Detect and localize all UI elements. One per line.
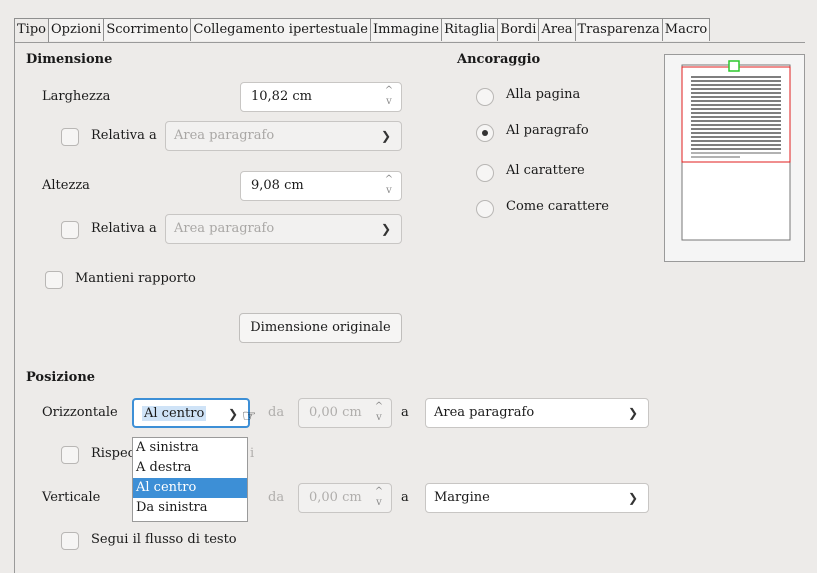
tab-bar: Tipo Opzioni Scorrimento Collegamento ip… <box>14 18 711 43</box>
tab-opzioni[interactable]: Opzioni <box>47 18 105 41</box>
height-spinbox[interactable]: 9,08 cm ^ v <box>240 171 402 201</box>
dropdown-option-right[interactable]: A destra <box>133 458 247 478</box>
vertical-to-label: a <box>401 490 409 505</box>
width-label: Larghezza <box>42 89 111 104</box>
size-heading: Dimensione <box>26 52 113 67</box>
chevron-down-icon: ❯ <box>380 129 391 143</box>
chevron-down-icon: ❯ <box>227 407 238 421</box>
anchor-as-character-radio[interactable] <box>476 200 494 218</box>
relative-height-checkbox[interactable] <box>61 221 79 239</box>
anchor-page-radio[interactable] <box>476 88 494 106</box>
original-size-button[interactable]: Dimensione originale <box>239 313 402 343</box>
spin-arrows-icon[interactable]: ^ v <box>373 486 385 510</box>
anchor-paragraph-label: Al paragrafo <box>506 123 589 138</box>
spin-arrows-icon[interactable]: ^ v <box>373 401 385 425</box>
horizontal-to-value: Area paragrafo <box>434 405 535 420</box>
height-label: Altezza <box>42 178 90 193</box>
keep-ratio-label: Mantieni rapporto <box>75 271 196 286</box>
mirror-label-tail: i <box>250 446 255 461</box>
vertical-by-spinbox[interactable]: 0,00 cm ^ v <box>298 483 392 513</box>
anchor-as-character-label: Come carattere <box>506 199 609 214</box>
anchor-character-radio[interactable] <box>476 164 494 182</box>
spin-arrows-icon[interactable]: ^ v <box>383 85 395 109</box>
horizontal-by-value: 0,00 cm <box>309 405 362 420</box>
horizontal-dropdown-list: A sinistra A destra Al centro Da sinistr… <box>132 437 248 522</box>
width-value: 10,82 cm <box>251 89 312 104</box>
vertical-by-label: da <box>268 490 285 505</box>
keep-ratio-checkbox[interactable] <box>45 271 63 289</box>
tab-area[interactable]: Area <box>538 18 576 41</box>
width-spinbox[interactable]: 10,82 cm ^ v <box>240 82 402 112</box>
relative-height-label: Relativa a <box>91 221 157 236</box>
relative-width-checkbox[interactable] <box>61 128 79 146</box>
horizontal-by-label: da <box>268 405 285 420</box>
relative-height-select[interactable]: Area paragrafo ❯ <box>165 214 402 244</box>
horizontal-select[interactable]: Al centro ❯ <box>132 398 250 428</box>
anchor-preview <box>664 54 805 262</box>
tab-macro[interactable]: Macro <box>661 18 711 41</box>
position-heading: Posizione <box>26 370 96 385</box>
relative-width-value: Area paragrafo <box>174 128 275 143</box>
vertical-by-value: 0,00 cm <box>309 490 362 505</box>
vertical-label: Verticale <box>42 490 101 505</box>
tab-tipo[interactable]: Tipo <box>14 18 49 43</box>
page-preview-icon <box>681 60 791 241</box>
dropdown-option-left[interactable]: A sinistra <box>133 438 247 458</box>
relative-height-value: Area paragrafo <box>174 221 275 236</box>
chevron-down-icon: ❯ <box>380 222 391 236</box>
anchor-heading: Ancoraggio <box>457 52 541 67</box>
tab-scorrimento[interactable]: Scorrimento <box>103 18 192 41</box>
horizontal-label: Orizzontale <box>42 405 118 420</box>
tab-trasparenza[interactable]: Trasparenza <box>574 18 663 41</box>
relative-width-label: Relativa a <box>91 128 157 143</box>
horizontal-value: Al centro <box>142 406 207 421</box>
vertical-to-value: Margine <box>434 490 490 505</box>
anchor-character-label: Al carattere <box>506 163 585 178</box>
horizontal-to-select[interactable]: Area paragrafo ❯ <box>425 398 649 428</box>
anchor-page-label: Alla pagina <box>506 87 581 102</box>
tab-immagine[interactable]: Immagine <box>369 18 443 41</box>
anchor-paragraph-radio[interactable] <box>476 124 494 142</box>
radio-dot-icon <box>482 130 488 136</box>
mouse-pointer-icon: ☞ <box>242 406 257 425</box>
follow-flow-label: Segui il flusso di testo <box>91 532 237 547</box>
horizontal-to-label: a <box>401 405 409 420</box>
horizontal-by-spinbox[interactable]: 0,00 cm ^ v <box>298 398 392 428</box>
dropdown-option-center[interactable]: Al centro <box>133 478 247 498</box>
follow-flow-checkbox[interactable] <box>61 532 79 550</box>
spin-arrows-icon[interactable]: ^ v <box>383 174 395 198</box>
height-value: 9,08 cm <box>251 178 304 193</box>
relative-width-select[interactable]: Area paragrafo ❯ <box>165 121 402 151</box>
mirror-label: Rispec <box>91 446 135 461</box>
chevron-down-icon: ❯ <box>627 406 638 420</box>
mirror-checkbox[interactable] <box>61 446 79 464</box>
chevron-down-icon: ❯ <box>627 491 638 505</box>
vertical-to-select[interactable]: Margine ❯ <box>425 483 649 513</box>
tab-ritaglia[interactable]: Ritaglia <box>441 18 499 41</box>
tab-bordi[interactable]: Bordi <box>497 18 540 41</box>
dropdown-option-from-left[interactable]: Da sinistra <box>133 498 247 518</box>
tab-collegamento[interactable]: Collegamento ipertestuale <box>190 18 371 41</box>
